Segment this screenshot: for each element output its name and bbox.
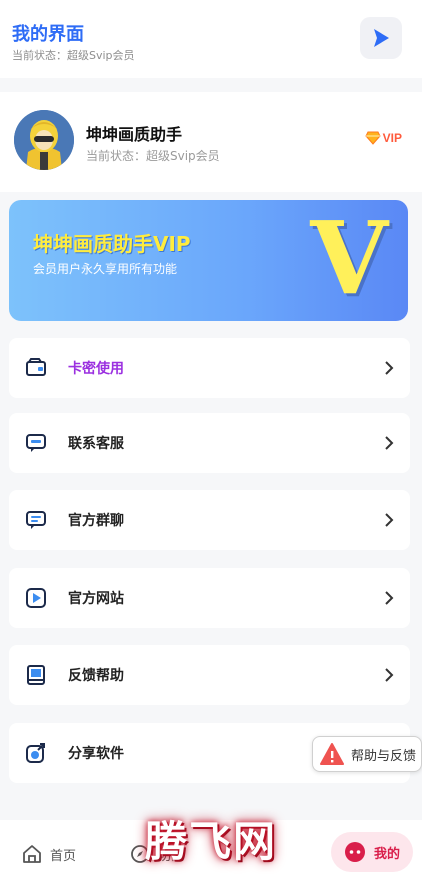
website-play-icon [26, 588, 46, 608]
nav-home[interactable]: 首页 [22, 844, 76, 864]
card-icon [26, 358, 46, 376]
nav-mine-label: 我的 [373, 846, 400, 862]
avatar-illustration [14, 110, 74, 170]
menu-item-official-group[interactable]: 官方群聊 [9, 490, 410, 550]
profile-icon [344, 842, 365, 862]
watermark: 腾飞网 [145, 817, 278, 866]
chevron-right-icon [385, 513, 394, 527]
page-title: 我的界面 [12, 24, 84, 45]
profile-name: 坤坤画质助手 [86, 125, 183, 144]
menu-item-label: 分享软件 [68, 746, 124, 762]
play-button[interactable] [360, 17, 402, 59]
group-chat-icon [26, 511, 46, 529]
menu-item-label: 官方网站 [68, 591, 124, 607]
feedback-book-icon [27, 665, 45, 685]
menu-item-feedback-help[interactable]: 反馈帮助 [9, 645, 410, 705]
menu-item-label: 联系客服 [68, 436, 124, 452]
nav-home-label: 首页 [50, 848, 77, 864]
share-icon [26, 743, 45, 763]
help-float-label: 帮助与反馈 [351, 748, 417, 764]
vip-banner[interactable]: 坤坤画质助手VIP 会员用户永久享用所有功能 V [9, 200, 408, 321]
play-icon [374, 29, 389, 47]
banner-subtitle: 会员用户永久享用所有功能 [33, 262, 178, 276]
warning-icon [320, 743, 344, 765]
vip-badge-label: VIP [382, 131, 402, 145]
page-subtitle: 当前状态：超级Svip会员 [12, 49, 135, 62]
profile-status: 当前状态：超级Svip会员 [86, 149, 220, 163]
home-icon [23, 845, 41, 863]
help-feedback-float-button[interactable]: 帮助与反馈 [312, 736, 422, 772]
chevron-right-icon [385, 591, 394, 605]
chevron-right-icon [385, 436, 394, 450]
menu-item-label: 卡密使用 [68, 361, 124, 377]
chevron-right-icon [385, 668, 394, 682]
top-header: 我的界面 当前状态：超级Svip会员 [0, 0, 422, 78]
nav-mine[interactable]: 我的 [331, 832, 413, 872]
vip-badge: VIP [365, 128, 402, 148]
banner-title: 坤坤画质助手VIP [33, 232, 191, 256]
profile-card[interactable]: 坤坤画质助手 当前状态：超级Svip会员 VIP [0, 92, 422, 192]
menu-item-label: 官方群聊 [68, 513, 124, 529]
menu-item-contact-service[interactable]: 联系客服 [9, 413, 410, 473]
menu-item-card-use[interactable]: 卡密使用 [9, 338, 410, 398]
banner-big-letter: V [310, 200, 388, 317]
avatar[interactable] [14, 110, 74, 170]
menu-item-official-website[interactable]: 官方网站 [9, 568, 410, 628]
menu-item-label: 反馈帮助 [68, 668, 124, 684]
diamond-icon [365, 131, 381, 145]
chevron-right-icon [385, 361, 394, 375]
chat-icon [26, 434, 46, 452]
